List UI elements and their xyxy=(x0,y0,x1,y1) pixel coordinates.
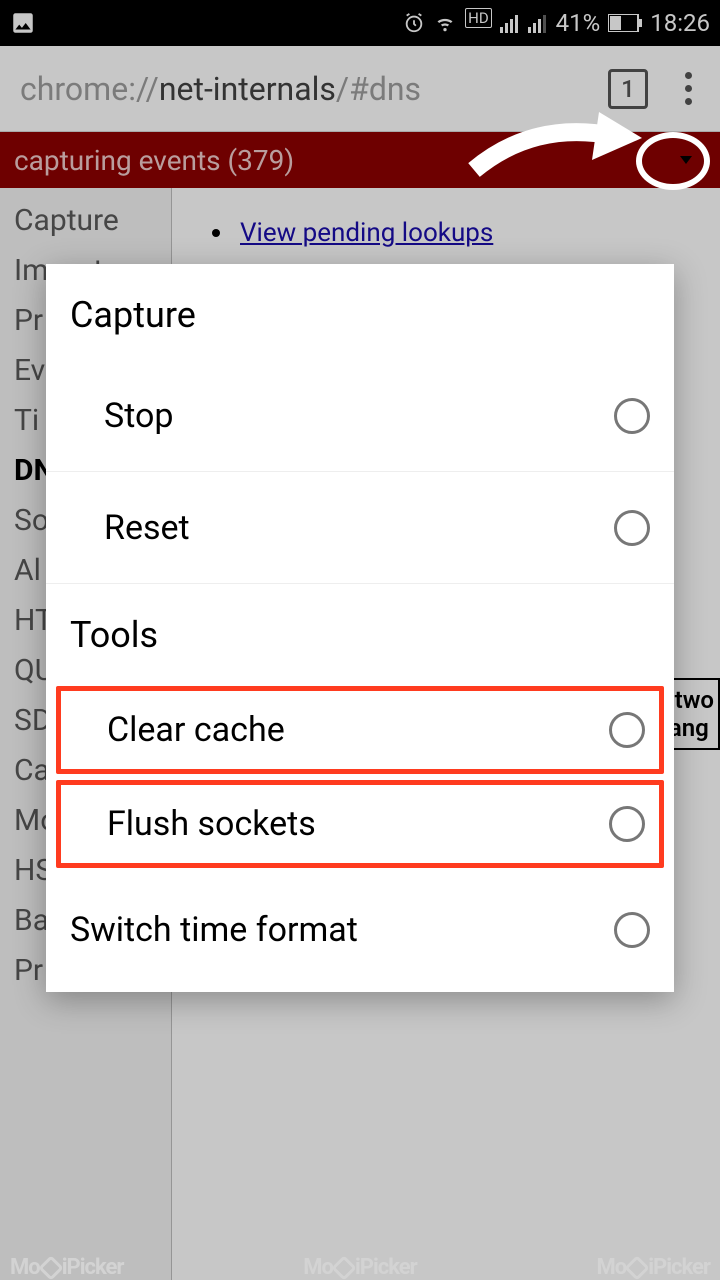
option-label: Flush sockets xyxy=(107,804,316,844)
section-header-capture: Capture xyxy=(46,264,674,360)
option-flush-sockets[interactable]: Flush sockets xyxy=(56,780,664,868)
watermark: MoiPicker xyxy=(597,1255,710,1280)
radio-icon xyxy=(614,510,650,546)
annotation-circle xyxy=(636,132,710,190)
option-label: Stop xyxy=(104,396,173,436)
option-label: Clear cache xyxy=(107,710,285,750)
watermark: MoiPicker xyxy=(10,1255,123,1280)
section-header-tools: Tools xyxy=(46,584,674,680)
radio-icon xyxy=(614,912,650,948)
radio-icon xyxy=(614,398,650,434)
radio-icon xyxy=(609,712,645,748)
capture-menu-dialog: Capture Stop Reset Tools Clear cache Flu… xyxy=(46,264,674,992)
option-label: Switch time format xyxy=(70,910,358,950)
option-stop[interactable]: Stop xyxy=(46,360,674,472)
watermark: MoiPicker xyxy=(303,1255,416,1280)
option-reset[interactable]: Reset xyxy=(46,472,674,584)
annotation-arrow-icon xyxy=(464,100,644,190)
option-switch-time-format[interactable]: Switch time format xyxy=(46,874,674,986)
watermark-row: MoiPicker MoiPicker MoiPicker xyxy=(0,1236,720,1280)
option-label: Reset xyxy=(104,508,190,548)
radio-icon xyxy=(609,806,645,842)
option-clear-cache[interactable]: Clear cache xyxy=(56,686,664,774)
